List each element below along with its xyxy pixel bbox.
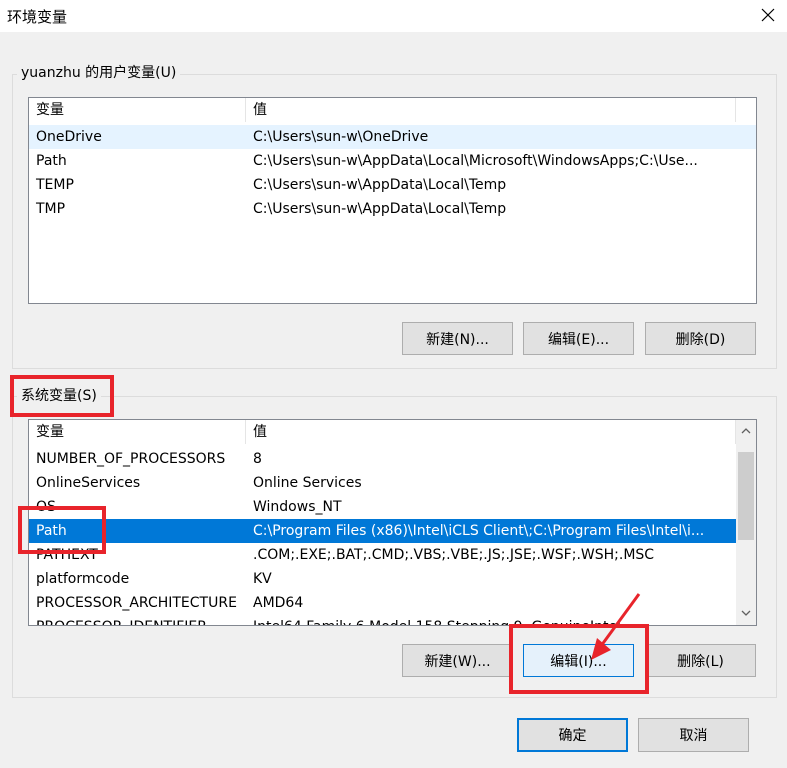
- user-vars-list[interactable]: 变量 值 OneDrive C:\Users\sun-w\OneDrive Pa…: [28, 97, 757, 304]
- variable-name: Path: [36, 523, 67, 539]
- variable-name: PROCESSOR_IDENTIFIER: [36, 615, 207, 625]
- system-vars-label: 系统变量(S): [17, 386, 101, 406]
- table-row[interactable]: TEMP C:\Users\sun-w\AppData\Local\Temp: [29, 173, 756, 197]
- system-delete-button[interactable]: 删除(L): [645, 644, 756, 677]
- title-bar: [0, 0, 787, 32]
- variable-value: C:\Users\sun-w\AppData\Local\Temp: [253, 201, 507, 217]
- variable-value: Intel64 Family 6 Model 158 Stepping 9, G…: [253, 615, 729, 625]
- window-title: 环境变量: [7, 8, 68, 26]
- variable-value: C:\Users\sun-w\AppData\Local\Temp: [253, 177, 507, 193]
- variable-name: OS: [36, 499, 56, 515]
- system-new-button[interactable]: 新建(W)...: [402, 644, 513, 677]
- vertical-scrollbar[interactable]: [736, 420, 756, 625]
- variable-name: OnlineServices: [36, 475, 141, 491]
- table-row[interactable]: Path C:\Users\sun-w\AppData\Local\Micros…: [29, 149, 756, 173]
- variable-value: 8: [253, 451, 262, 467]
- close-button[interactable]: [752, 0, 784, 30]
- variable-name: NUMBER_OF_PROCESSORS: [36, 451, 226, 467]
- variable-name: Path: [36, 153, 67, 169]
- variable-value: C:\Program Files (x86)\Intel\iCLS Client…: [253, 523, 705, 539]
- variable-value: .COM;.EXE;.BAT;.CMD;.VBS;.VBE;.JS;.JSE;.…: [253, 547, 655, 563]
- table-row[interactable]: TMP C:\Users\sun-w\AppData\Local\Temp: [29, 197, 756, 221]
- variable-name: OneDrive: [36, 129, 102, 145]
- scroll-down-button[interactable]: [736, 604, 756, 621]
- variable-name: PATHEXT: [36, 547, 98, 563]
- ok-button[interactable]: 确定: [517, 718, 628, 752]
- list-header: 变量 值: [29, 420, 736, 444]
- cancel-button[interactable]: 取消: [638, 718, 749, 752]
- column-header-value[interactable]: 值: [246, 98, 736, 122]
- user-edit-button[interactable]: 编辑(E)...: [523, 322, 634, 355]
- column-header-value[interactable]: 值: [246, 420, 736, 444]
- chevron-down-icon: [741, 610, 751, 616]
- variable-name: platformcode: [36, 571, 130, 587]
- table-row-selected[interactable]: Path C:\Program Files (x86)\Intel\iCLS C…: [29, 519, 736, 543]
- table-row[interactable]: OS Windows_NT: [29, 495, 736, 519]
- variable-value: KV: [253, 571, 272, 587]
- table-row[interactable]: OnlineServices Online Services: [29, 471, 736, 495]
- list-header: 变量 值: [29, 98, 756, 122]
- variable-name: PROCESSOR_ARCHITECTURE: [36, 595, 237, 611]
- table-row[interactable]: OneDrive C:\Users\sun-w\OneDrive: [29, 125, 756, 149]
- table-row[interactable]: platformcode KV: [29, 567, 736, 591]
- column-header-variable[interactable]: 变量: [29, 98, 246, 122]
- column-header-variable[interactable]: 变量: [29, 420, 246, 444]
- user-vars-label: yuanzhu 的用户变量(U): [17, 63, 181, 83]
- table-row[interactable]: PATHEXT .COM;.EXE;.BAT;.CMD;.VBS;.VBE;.J…: [29, 543, 736, 567]
- variable-value: C:\Users\sun-w\OneDrive: [253, 129, 429, 145]
- variable-value: Online Services: [253, 475, 362, 491]
- variable-value: Windows_NT: [253, 499, 342, 515]
- variable-value: C:\Users\sun-w\AppData\Local\Microsoft\W…: [253, 153, 698, 169]
- system-vars-list[interactable]: 变量 值 NUMBER_OF_PROCESSORS 8 OnlineServic…: [28, 419, 757, 626]
- chevron-up-icon: [741, 427, 751, 433]
- user-delete-button[interactable]: 删除(D): [645, 322, 756, 355]
- close-icon: [761, 8, 775, 22]
- user-new-button[interactable]: 新建(N)...: [402, 322, 513, 355]
- table-row[interactable]: NUMBER_OF_PROCESSORS 8: [29, 447, 736, 471]
- variable-name: TEMP: [36, 177, 74, 193]
- scroll-thumb[interactable]: [738, 452, 754, 540]
- scroll-up-button[interactable]: [736, 422, 756, 439]
- annotation-arrow-icon: [591, 593, 641, 660]
- variable-value: AMD64: [253, 595, 304, 611]
- variable-name: TMP: [36, 201, 66, 217]
